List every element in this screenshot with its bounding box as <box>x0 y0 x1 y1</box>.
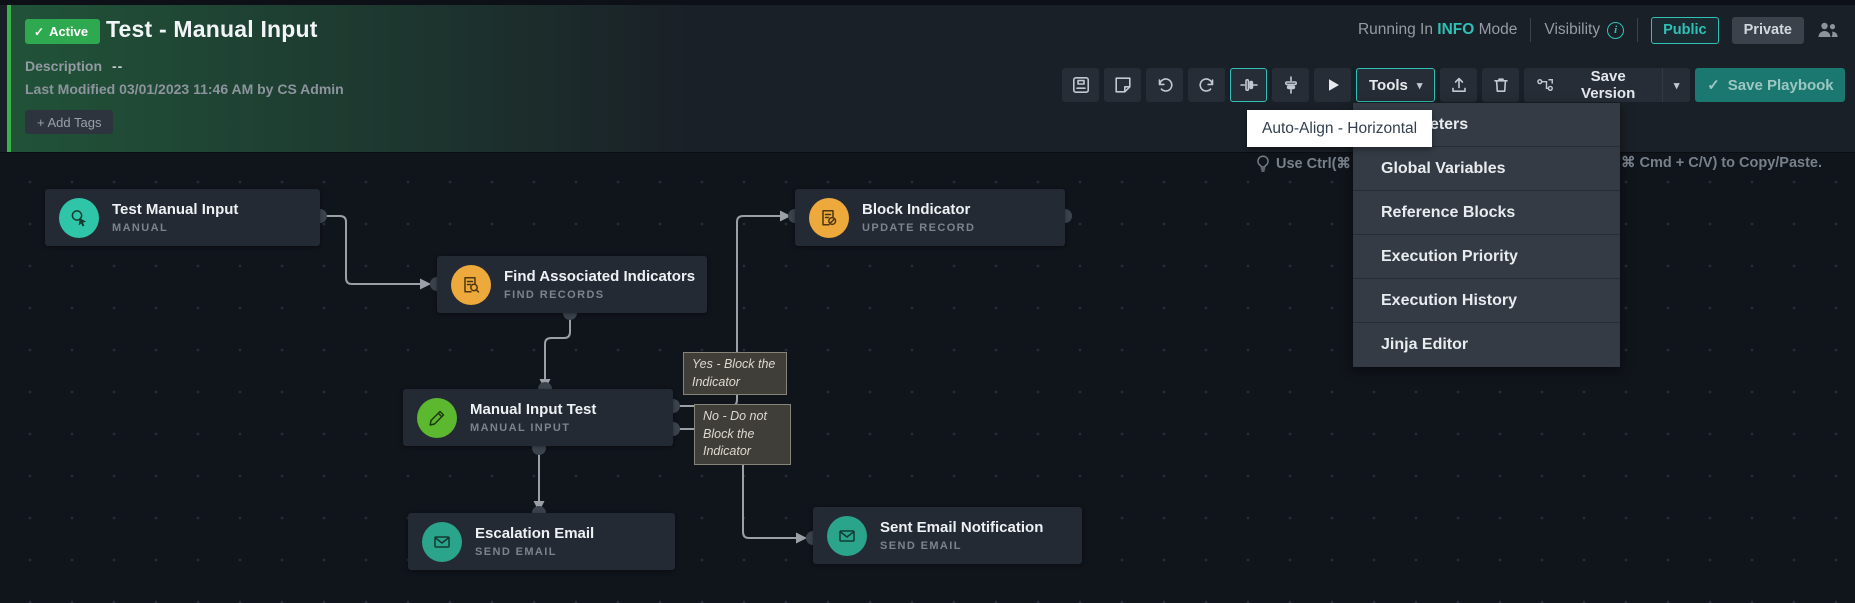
node-text: Block Indicator UPDATE RECORD <box>862 201 975 235</box>
node-text: Sent Email Notification SEND EMAIL <box>880 519 1043 553</box>
running-mode-text: Running In INFO Mode <box>1358 21 1517 39</box>
undo-button[interactable] <box>1146 68 1183 102</box>
node-text: Manual Input Test MANUAL INPUT <box>470 401 596 435</box>
edge-line <box>544 313 571 380</box>
add-tags-button[interactable]: + Add Tags <box>25 110 114 134</box>
toolbar: Tools ▾ Save Version ▾ ✓ Save Playbook <box>1062 68 1846 102</box>
divider <box>1637 18 1639 42</box>
header-accent-bar <box>7 5 11 152</box>
users-icon[interactable] <box>1817 21 1839 39</box>
menu-item-execution-history[interactable]: Execution History <box>1353 279 1620 323</box>
hint-left-text: Use Ctrl(⌘ <box>1276 155 1351 172</box>
auto-align-horizontal-button[interactable] <box>1230 68 1267 102</box>
page-title: Test - Manual Input <box>106 16 318 42</box>
copy-paste-hint-right: ⌘ Cmd + C/V) to Copy/Paste. <box>1621 155 1822 171</box>
running-prefix: Running In <box>1357 21 1433 38</box>
chevron-down-icon: ▾ <box>1416 79 1423 92</box>
description-value: -- <box>112 58 124 74</box>
note-button[interactable] <box>1104 68 1141 102</box>
description-row: Description -- <box>25 58 123 74</box>
node-subtitle: SEND EMAIL <box>880 540 962 553</box>
node-title: Block Indicator <box>862 200 971 218</box>
status-badge-label: Active <box>49 24 89 39</box>
upload-icon <box>1452 77 1466 92</box>
play-icon <box>1328 79 1339 91</box>
node-subtitle: FIND RECORDS <box>504 289 605 302</box>
save-version-label: Save Version <box>1581 68 1636 102</box>
node-subtitle: SEND EMAIL <box>475 546 557 559</box>
save-playbook-label: Save Playbook <box>1727 76 1834 94</box>
tools-menu-button[interactable]: Tools ▾ <box>1356 68 1436 102</box>
export-button[interactable] <box>1440 68 1478 102</box>
edge-label-yes[interactable]: Yes - Block the Indicator <box>683 352 787 395</box>
node-sent-email-notification[interactable]: Sent Email Notification SEND EMAIL <box>813 507 1082 564</box>
send-email-icon <box>827 515 867 556</box>
node-test-manual-input[interactable]: Test Manual Input MANUAL <box>45 189 320 246</box>
running-suffix: Mode <box>1478 21 1518 38</box>
node-subtitle: UPDATE RECORD <box>862 222 976 235</box>
node-manual-input-test[interactable]: Manual Input Test MANUAL INPUT <box>403 389 673 446</box>
redo-button[interactable] <box>1188 68 1225 102</box>
note-icon <box>1114 77 1131 93</box>
node-subtitle: MANUAL <box>112 222 169 235</box>
node-text: Find Associated Indicators FIND RECORDS <box>504 268 695 302</box>
send-email-icon <box>422 521 462 562</box>
version-icon <box>1537 79 1554 91</box>
hint-right-text: ⌘ Cmd + C/V) to Copy/Paste. <box>1621 155 1823 171</box>
manual-input-icon <box>417 397 457 438</box>
meta-row: Running In INFO Mode Visibility i Public… <box>1358 16 1839 44</box>
update-record-icon <box>809 197 849 238</box>
menu-item-execution-priority[interactable]: Execution Priority <box>1353 235 1620 279</box>
last-modified-text: Last Modified 03/01/2023 11:46 AM by CS … <box>25 81 344 97</box>
node-title: Manual Input Test <box>470 400 597 418</box>
delete-button[interactable] <box>1482 68 1520 102</box>
menu-item-global-variables[interactable]: Global Variables <box>1353 147 1620 191</box>
visibility-group: Visibility i <box>1544 21 1625 39</box>
divider <box>1530 18 1532 42</box>
save-version-button[interactable]: Save Version ▾ <box>1524 68 1691 102</box>
node-text: Test Manual Input MANUAL <box>112 201 238 235</box>
playbook-editor: ✓ Active Test - Manual Input Description… <box>0 0 1855 603</box>
auto-align-vertical-button[interactable] <box>1272 68 1309 102</box>
trash-icon <box>1494 78 1508 92</box>
form-icon <box>1072 76 1089 93</box>
save-version-caret[interactable]: ▾ <box>1661 68 1691 102</box>
private-button[interactable]: Private <box>1731 16 1804 44</box>
edge-label-no[interactable]: No - Do not Block the Indicator <box>694 404 791 465</box>
description-label: Description <box>25 58 103 74</box>
node-block-indicator[interactable]: Block Indicator UPDATE RECORD <box>795 189 1065 246</box>
node-title: Test Manual Input <box>112 200 239 218</box>
save-playbook-button[interactable]: ✓ Save Playbook <box>1695 68 1846 102</box>
edge-line <box>320 215 421 285</box>
redo-icon <box>1198 78 1213 92</box>
auto-align-horizontal-icon <box>1239 78 1258 91</box>
node-text: Escalation Email SEND EMAIL <box>475 525 594 559</box>
node-title: Sent Email Notification <box>880 518 1044 536</box>
node-escalation-email[interactable]: Escalation Email SEND EMAIL <box>408 513 675 570</box>
node-subtitle: MANUAL INPUT <box>470 422 571 435</box>
run-playbook-button[interactable] <box>1314 68 1351 102</box>
node-title: Escalation Email <box>475 524 595 542</box>
visibility-label: Visibility <box>1544 21 1601 38</box>
running-mode-value: INFO <box>1437 21 1475 38</box>
lightbulb-icon <box>1257 155 1269 172</box>
info-icon[interactable]: i <box>1607 21 1625 39</box>
tools-label: Tools <box>1369 76 1408 94</box>
find-records-icon <box>451 264 491 305</box>
menu-item-reference-blocks[interactable]: Reference Blocks <box>1353 191 1620 235</box>
node-find-associated-indicators[interactable]: Find Associated Indicators FIND RECORDS <box>437 256 707 313</box>
check-icon: ✓ <box>1707 77 1720 94</box>
auto-align-vertical-icon <box>1284 76 1297 94</box>
undo-icon <box>1158 78 1173 92</box>
check-icon: ✓ <box>34 24 45 39</box>
menu-item-jinja-editor[interactable]: Jinja Editor <box>1353 323 1620 367</box>
node-title: Find Associated Indicators <box>504 267 696 285</box>
auto-align-tooltip: Auto-Align - Horizontal <box>1247 110 1433 147</box>
playbook-form-button[interactable] <box>1062 68 1099 102</box>
public-button[interactable]: Public <box>1651 16 1719 44</box>
status-badge: ✓ Active <box>25 19 101 44</box>
copy-paste-hint-left: Use Ctrl(⌘ <box>1256 155 1351 172</box>
manual-trigger-icon <box>59 197 99 238</box>
